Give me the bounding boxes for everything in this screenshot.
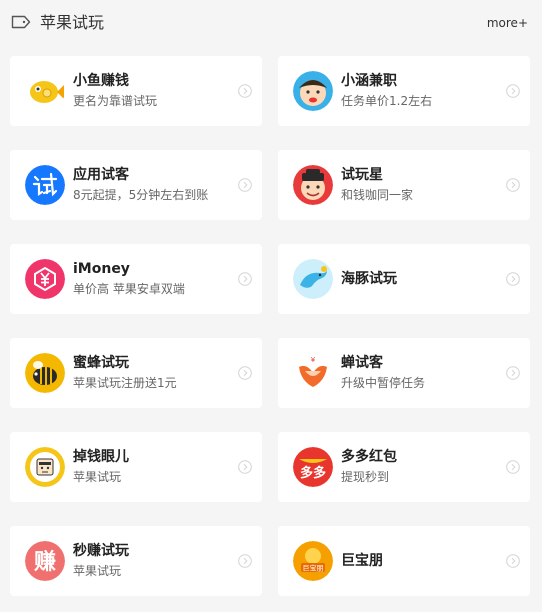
fish-icon — [25, 71, 65, 111]
app-desc: 苹果试玩注册送1元 — [73, 376, 177, 390]
app-name: 海豚试玩 — [341, 271, 397, 287]
yuan-coin-icon — [25, 259, 65, 299]
cicada-icon: ¥ — [293, 353, 333, 393]
svg-text:赚: 赚 — [34, 549, 56, 575]
treasure-icon: 巨宝朋 — [293, 541, 333, 581]
app-card-duoduohongbao[interactable]: 多多 多多红包 提现秒到 — [278, 432, 530, 502]
app-name: 蝉试客 — [341, 355, 383, 371]
chevron-right-icon[interactable] — [506, 460, 520, 474]
app-card-haitun[interactable]: 海豚试玩 — [278, 244, 530, 314]
app-card-jubaopeng[interactable]: 巨宝朋 巨宝朋 — [278, 526, 530, 596]
chevron-right-icon[interactable] — [506, 366, 520, 380]
app-name: 掉钱眼儿 — [73, 449, 129, 465]
app-desc: 8元起提，5分钟左右到账 — [73, 188, 209, 202]
more-link[interactable]: more+ — [487, 15, 528, 31]
app-desc: 单价高 苹果安卓双端 — [73, 282, 185, 296]
chevron-right-icon[interactable] — [238, 460, 252, 474]
app-card-yingyongshike[interactable]: 应用试客 8元起提，5分钟左右到账 — [10, 150, 262, 220]
svg-text:¥: ¥ — [311, 356, 316, 364]
app-desc: 任务单价1.2左右 — [341, 94, 433, 108]
svg-text:巨宝朋: 巨宝朋 — [303, 564, 324, 573]
boy-face-icon — [293, 71, 333, 111]
shi-char-icon — [25, 165, 65, 205]
app-name: 小鱼赚钱 — [73, 73, 129, 89]
app-name: 小涵兼职 — [341, 73, 397, 89]
section-title: 苹果试玩 — [40, 13, 105, 32]
app-card-mifeng[interactable]: 蜜蜂试玩 苹果试玩注册送1元 — [10, 338, 262, 408]
coin-face-icon — [25, 447, 65, 487]
chevron-right-icon[interactable] — [506, 84, 520, 98]
chevron-right-icon[interactable] — [238, 272, 252, 286]
app-card-chanshike[interactable]: ¥ 蝉试客 升级中暂停任务 — [278, 338, 530, 408]
app-name: 巨宝朋 — [341, 553, 383, 569]
app-name: iMoney — [73, 261, 130, 277]
app-desc: 升级中暂停任务 — [341, 376, 426, 390]
app-card-miaozhuan[interactable]: 赚 秒赚试玩 苹果试玩 — [10, 526, 262, 596]
chevron-right-icon[interactable] — [238, 366, 252, 380]
app-name: 蜜蜂试玩 — [73, 355, 129, 371]
app-desc: 和钱咖同一家 — [341, 188, 414, 202]
app-card-xiaohan[interactable]: 小涵兼职 任务单价1.2左右 — [278, 56, 530, 126]
app-card-xiaoyu[interactable]: 小鱼赚钱 更名为靠谱试玩 — [10, 56, 262, 126]
chevron-right-icon[interactable] — [506, 554, 520, 568]
red-envelope-icon: 多多 — [293, 447, 333, 487]
app-name: 秒赚试玩 — [73, 543, 129, 559]
cartoon-face-icon — [293, 165, 333, 205]
svg-text:多多: 多多 — [300, 465, 326, 481]
tag-icon — [11, 15, 31, 29]
app-desc: 更名为靠谱试玩 — [73, 94, 158, 108]
chevron-right-icon[interactable] — [506, 178, 520, 192]
app-name: 应用试客 — [73, 167, 129, 183]
app-desc: 苹果试玩 — [73, 470, 122, 484]
section-header: 苹果试玩 more+ — [0, 0, 542, 46]
app-card-imoney[interactable]: iMoney 单价高 苹果安卓双端 — [10, 244, 262, 314]
app-desc: 苹果试玩 — [73, 564, 122, 578]
chevron-right-icon[interactable] — [506, 272, 520, 286]
app-card-diaoqianyaner[interactable]: 掉钱眼儿 苹果试玩 — [10, 432, 262, 502]
dolphin-icon — [293, 259, 333, 299]
chevron-right-icon[interactable] — [238, 178, 252, 192]
chevron-right-icon[interactable] — [238, 554, 252, 568]
chevron-right-icon[interactable] — [238, 84, 252, 98]
app-desc: 提现秒到 — [341, 470, 390, 484]
app-name: 试玩星 — [341, 167, 383, 183]
zhuan-char-icon: 赚 — [25, 541, 65, 581]
app-card-shiwanxing[interactable]: 试玩星 和钱咖同一家 — [278, 150, 530, 220]
bee-icon — [25, 353, 65, 393]
app-name: 多多红包 — [341, 449, 397, 465]
